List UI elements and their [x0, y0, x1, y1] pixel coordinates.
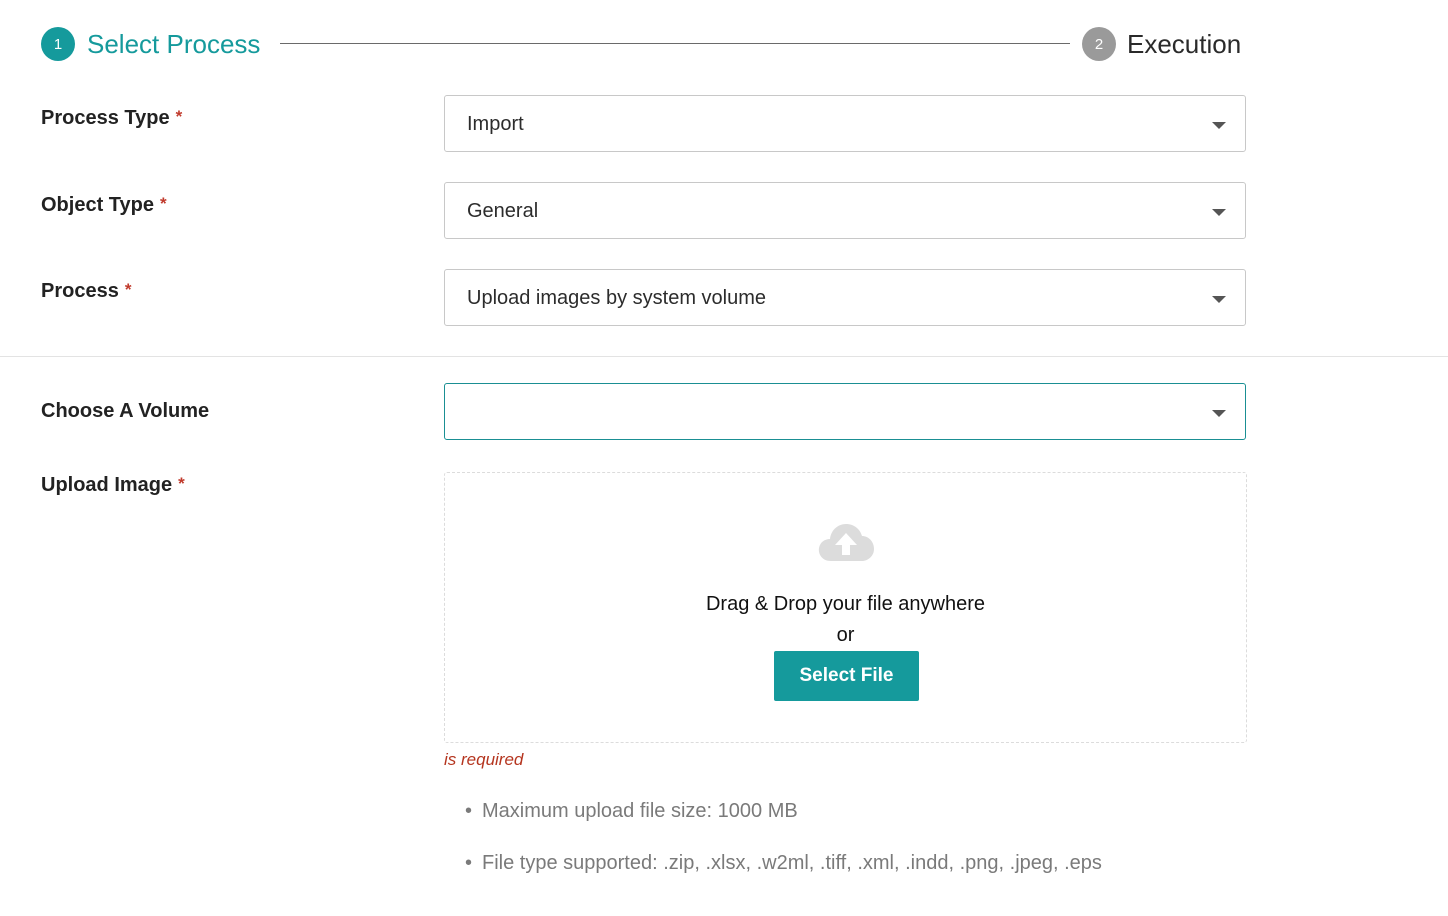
process-label: Process *: [41, 280, 131, 303]
file-dropzone[interactable]: Drag & Drop your file anywhere or Select…: [444, 472, 1247, 743]
required-marker: *: [178, 474, 185, 493]
process-type-select[interactable]: Import: [444, 95, 1246, 152]
upload-error-message: is required: [444, 750, 524, 769]
process-select[interactable]: Upload images by system volume: [444, 269, 1246, 326]
step-1-number[interactable]: 1: [41, 27, 75, 61]
or-separator: or: [836, 624, 855, 646]
object-type-label: Object Type *: [41, 194, 167, 217]
process-value: Upload images by system volume: [467, 287, 767, 309]
step-1-label[interactable]: Select Process: [87, 27, 260, 61]
required-marker: *: [175, 107, 183, 126]
stepper: 1 Select Process 2 Execution: [41, 27, 1248, 61]
stepper-connector-line: [280, 43, 1070, 44]
required-marker: *: [124, 280, 132, 299]
bullet-icon: •: [465, 852, 473, 874]
step-2-number[interactable]: 2: [1082, 27, 1116, 61]
bullet-icon: •: [465, 800, 473, 822]
chevron-down-icon: [1212, 209, 1226, 216]
hint-max-size: • Maximum upload file size: 1000 MB: [465, 800, 798, 823]
process-label-text: Process: [41, 280, 119, 302]
process-type-value: Import: [467, 113, 524, 135]
volume-label: Choose A Volume: [41, 400, 209, 423]
section-divider: [0, 356, 1448, 357]
select-file-button[interactable]: Select File: [774, 651, 919, 701]
chevron-down-icon: [1212, 410, 1226, 417]
object-type-label-text: Object Type: [41, 194, 154, 216]
required-marker: *: [160, 194, 167, 213]
drop-instructions: Drag & Drop your file anywhere: [705, 593, 985, 615]
upload-image-label: Upload Image *: [41, 474, 185, 497]
hint-file-types: • File type supported: .zip, .xlsx, .w2ml…: [465, 852, 1102, 875]
upload-image-label-text: Upload Image: [41, 474, 173, 496]
chevron-down-icon: [1212, 296, 1226, 303]
process-type-label: Process Type *: [41, 107, 182, 130]
chevron-down-icon: [1212, 122, 1226, 129]
volume-label-text: Choose A Volume: [41, 400, 210, 422]
cloud-upload-icon: [818, 524, 874, 561]
object-type-value: General: [467, 200, 539, 222]
volume-select[interactable]: [444, 383, 1246, 440]
hint-file-types-text: File type supported: .zip, .xlsx, .w2ml,…: [482, 852, 1102, 874]
step-2-label[interactable]: Execution: [1127, 27, 1241, 61]
process-type-label-text: Process Type: [41, 107, 170, 129]
hint-max-size-text: Maximum upload file size: 1000 MB: [482, 800, 798, 822]
object-type-select[interactable]: General: [444, 182, 1246, 239]
